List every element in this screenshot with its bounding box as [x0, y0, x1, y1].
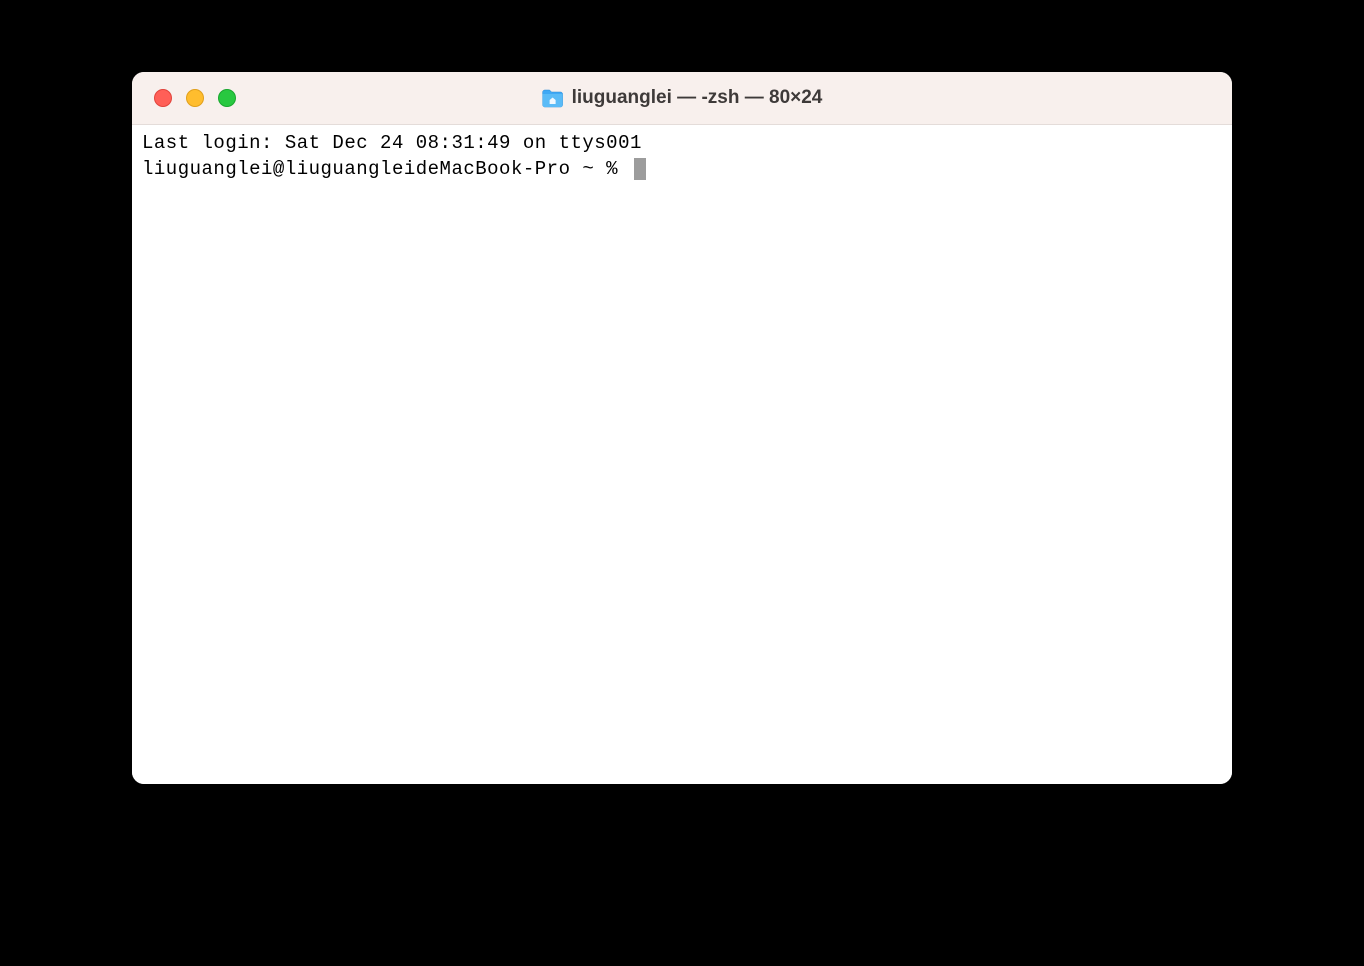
close-button[interactable] [154, 89, 172, 107]
terminal-prompt: liuguanglei@liuguangleideMacBook-Pro ~ % [142, 157, 630, 183]
minimize-button[interactable] [186, 89, 204, 107]
traffic-lights [132, 89, 236, 107]
zoom-button[interactable] [218, 89, 236, 107]
home-folder-icon [542, 88, 564, 108]
terminal-body[interactable]: Last login: Sat Dec 24 08:31:49 on ttys0… [132, 125, 1232, 784]
title-container: liuguanglei — -zsh — 80×24 [542, 87, 823, 109]
terminal-prompt-line[interactable]: liuguanglei@liuguangleideMacBook-Pro ~ % [142, 157, 1222, 183]
title-bar[interactable]: liuguanglei — -zsh — 80×24 [132, 72, 1232, 125]
window-title: liuguanglei — -zsh — 80×24 [572, 87, 823, 109]
terminal-output-line: Last login: Sat Dec 24 08:31:49 on ttys0… [142, 131, 1222, 157]
terminal-cursor [634, 158, 646, 180]
terminal-window: liuguanglei — -zsh — 80×24 Last login: S… [132, 72, 1232, 784]
